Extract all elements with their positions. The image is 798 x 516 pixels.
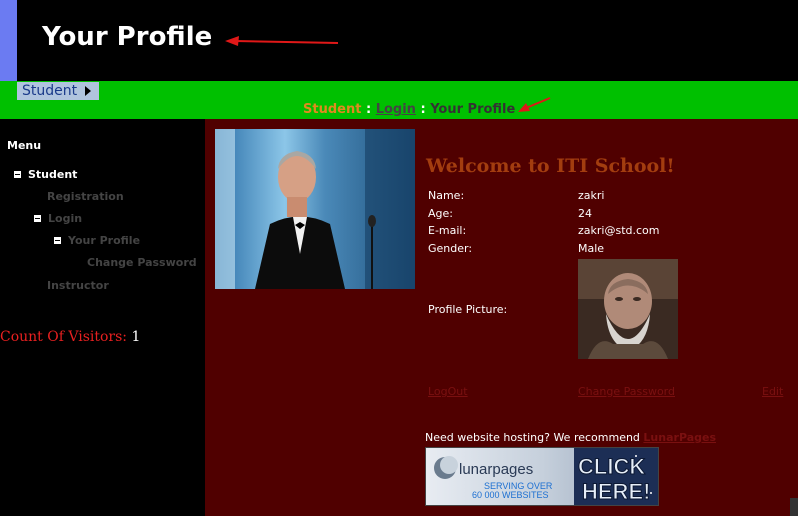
tree-item-label: Your Profile bbox=[68, 234, 141, 247]
tree-item-label: Registration bbox=[47, 190, 124, 203]
annotation-arrow-breadcrumb bbox=[518, 97, 551, 112]
banner-line2-text: 60 000 WEBSITES bbox=[472, 490, 549, 500]
gender-label: Gender: bbox=[428, 242, 473, 255]
gender-value: Male bbox=[578, 242, 605, 255]
banner-brand-text: lunarpages bbox=[459, 461, 533, 478]
banner-graphic: lunarpages SERVING OVER 60 000 WEBSITES … bbox=[426, 448, 658, 505]
collapse-icon[interactable] bbox=[33, 214, 42, 223]
name-label: Name: bbox=[428, 189, 465, 202]
welcome-heading: Welcome to ITI School! bbox=[426, 155, 675, 177]
tree-item-label: Change Password bbox=[87, 256, 197, 269]
tree-item-change-password[interactable]: Change Password bbox=[87, 256, 197, 269]
email-label: E-mail: bbox=[428, 224, 467, 237]
menu-title: Menu bbox=[7, 139, 42, 152]
hero-photo bbox=[215, 129, 415, 289]
breadcrumb-current: Your Profile bbox=[430, 102, 516, 117]
collapse-icon[interactable] bbox=[53, 236, 62, 245]
profile-picture bbox=[578, 259, 678, 359]
logout-link[interactable]: LogOut bbox=[428, 385, 468, 398]
banner-cta2-text: HERE! bbox=[582, 479, 650, 504]
lunarpages-banner[interactable]: lunarpages SERVING OVER 60 000 WEBSITES … bbox=[425, 447, 659, 506]
student-menu[interactable]: Student bbox=[17, 82, 100, 100]
name-value: zakri bbox=[578, 189, 605, 202]
sidebar: Menu Student Registration Login Your Pro… bbox=[0, 119, 205, 516]
tree-item-registration[interactable]: Registration bbox=[47, 190, 124, 203]
lunarpages-link[interactable]: LunarPages bbox=[643, 431, 716, 444]
breadcrumb-separator: : bbox=[415, 102, 431, 117]
tree-item-student[interactable]: Student bbox=[13, 168, 77, 181]
hosting-message: Need website hosting? We recommend bbox=[425, 431, 644, 444]
change-password-link[interactable]: Change Password bbox=[578, 385, 675, 398]
visitor-counter: Count Of Visitors: 1 bbox=[0, 329, 140, 345]
tree-item-label: Instructor bbox=[47, 279, 109, 292]
age-value: 24 bbox=[578, 207, 592, 220]
tree-item-login[interactable]: Login bbox=[33, 212, 82, 225]
visitor-counter-label: Count Of Visitors: bbox=[0, 329, 128, 345]
page-title: Your Profile bbox=[42, 22, 213, 52]
tree-item-label: Student bbox=[28, 168, 78, 181]
tree-item-your-profile[interactable]: Your Profile bbox=[53, 234, 140, 247]
breadcrumb-login-link[interactable]: Login bbox=[376, 102, 416, 117]
banner-cta1-text: CLICK bbox=[578, 454, 645, 479]
caret-right-icon bbox=[85, 86, 92, 96]
hosting-text: Need website hosting? We recommend Lunar… bbox=[425, 431, 716, 444]
edit-link[interactable]: Edit bbox=[762, 385, 783, 398]
left-accent-strip bbox=[0, 0, 17, 81]
email-value: zakri@std.com bbox=[578, 224, 660, 237]
breadcrumb-separator: : bbox=[361, 102, 376, 117]
collapse-icon[interactable] bbox=[13, 170, 22, 179]
main-content: Welcome to ITI School! Name: zakri Age: … bbox=[205, 119, 798, 516]
age-label: Age: bbox=[428, 207, 453, 220]
visitor-counter-value: 1 bbox=[131, 329, 141, 345]
tree-item-label: Login bbox=[48, 212, 83, 225]
annotation-arrow-title bbox=[225, 36, 339, 46]
student-menu-label: Student bbox=[22, 83, 78, 99]
tree-item-instructor[interactable]: Instructor bbox=[47, 279, 109, 292]
breadcrumb-student: Student bbox=[303, 102, 362, 117]
profile-picture-label: Profile Picture: bbox=[428, 303, 508, 316]
header: Your Profile bbox=[17, 0, 798, 81]
scrollbar-corner[interactable] bbox=[790, 498, 798, 516]
breadcrumb: Student : Login : Your Profile bbox=[303, 101, 515, 119]
